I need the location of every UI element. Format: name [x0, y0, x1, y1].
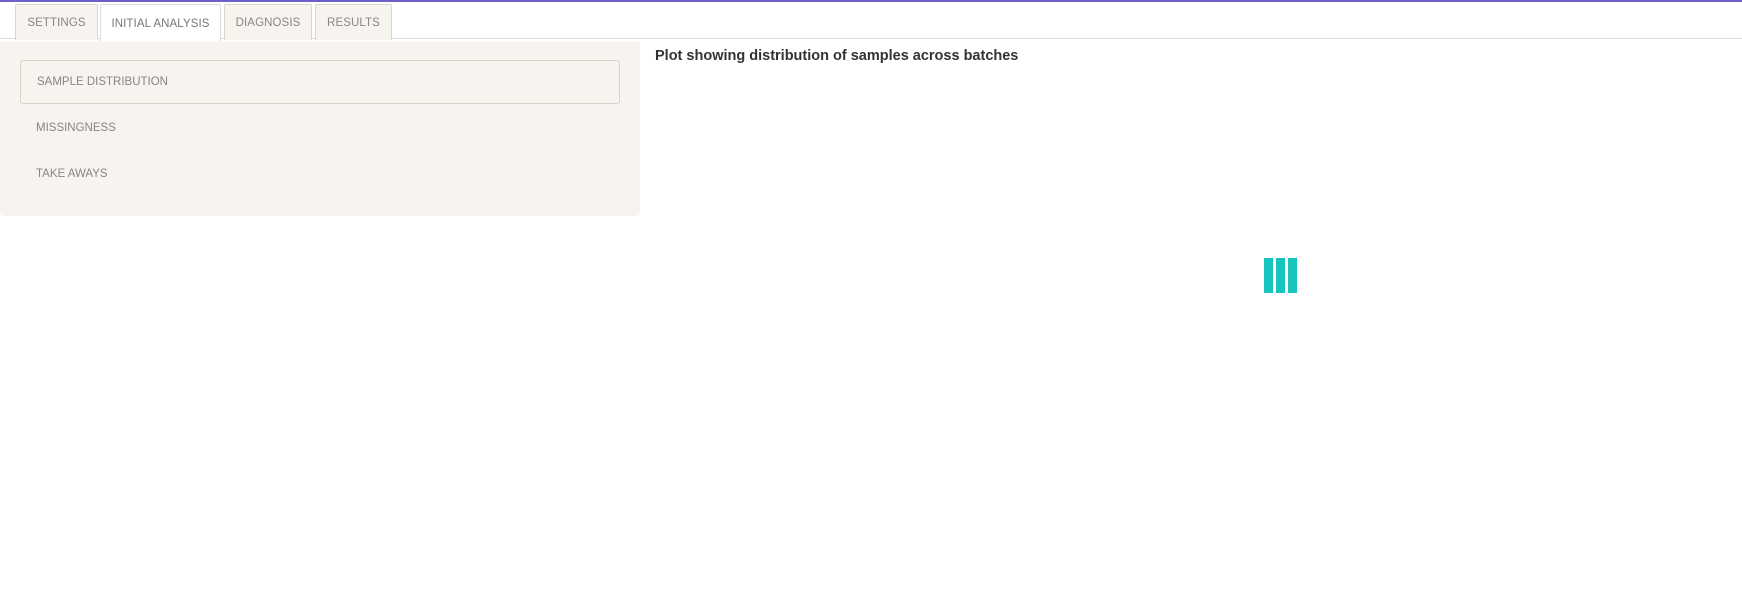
tab-settings[interactable]: SETTINGS	[15, 4, 98, 40]
tab-bar: SETTINGS INITIAL ANALYSIS DIAGNOSIS RESU…	[0, 2, 1742, 42]
sidebar-panel: SAMPLE DISTRIBUTION MISSINGNESS TAKE AWA…	[0, 42, 640, 216]
page-title: Plot showing distribution of samples acr…	[655, 48, 1019, 64]
sidebar-item-take-aways[interactable]: TAKE AWAYS	[20, 152, 620, 196]
loader-bar	[1276, 258, 1285, 293]
tab-diagnosis[interactable]: DIAGNOSIS	[224, 4, 312, 40]
loader-bar	[1288, 258, 1297, 293]
tab-results[interactable]: RESULTS	[315, 4, 392, 40]
loading-bars-icon	[1264, 258, 1297, 293]
sidebar-item-sample-distribution[interactable]: SAMPLE DISTRIBUTION	[20, 60, 620, 104]
loader-bar	[1264, 258, 1273, 293]
sidebar-item-missingness[interactable]: MISSINGNESS	[20, 106, 620, 150]
tab-initial-analysis[interactable]: INITIAL ANALYSIS	[100, 4, 221, 42]
